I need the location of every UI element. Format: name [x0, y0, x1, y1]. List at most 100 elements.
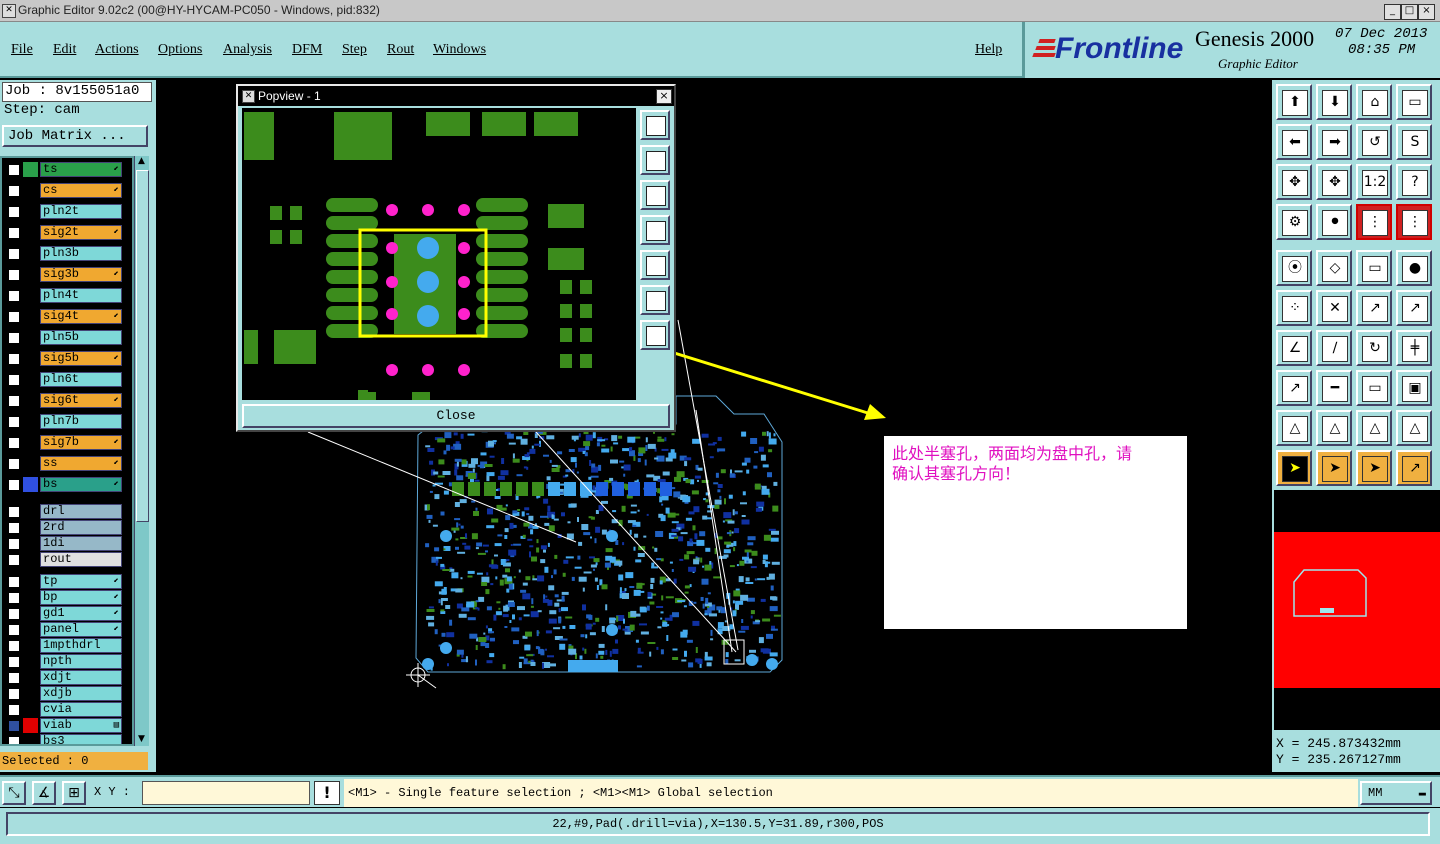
- rotate-select-tool-icon[interactable]: ➤: [1356, 450, 1392, 486]
- popview-zoom-in-button[interactable]: [640, 285, 670, 315]
- line-add-tool-icon[interactable]: ↗: [1356, 290, 1392, 326]
- layer-row-rout[interactable]: rout: [6, 552, 122, 567]
- layer-name[interactable]: viab ▤: [40, 718, 122, 733]
- layer-checkbox[interactable]: [8, 416, 20, 428]
- layer-checkbox[interactable]: [8, 248, 20, 260]
- triangle-d-tool-icon[interactable]: △: [1396, 410, 1432, 446]
- layer-name[interactable]: bs3: [40, 734, 122, 744]
- layer-checkbox[interactable]: [8, 688, 20, 700]
- layer-row-sig4t[interactable]: sig4t ⬋: [6, 309, 122, 324]
- layer-checkbox[interactable]: [8, 227, 20, 239]
- layer-row-pln4t[interactable]: pln4t: [6, 288, 122, 303]
- layer-name[interactable]: bp ⬋: [40, 590, 122, 605]
- layer-row-sig5b[interactable]: sig5b ⬋: [6, 351, 122, 366]
- triangle-c-tool-icon[interactable]: △: [1356, 410, 1392, 446]
- menu-rout[interactable]: Rout: [387, 42, 414, 58]
- layer-row-xdjt[interactable]: xdjt: [6, 670, 122, 685]
- layer-row-panel[interactable]: panel ⬋: [6, 622, 122, 637]
- layer-name[interactable]: npth: [40, 654, 122, 669]
- layer-row-1di[interactable]: 1di: [6, 536, 122, 551]
- layer-checkbox[interactable]: [8, 185, 20, 197]
- select-arrow-tool-icon[interactable]: ➤: [1316, 450, 1352, 486]
- pan-right-tool-icon[interactable]: ➡: [1316, 124, 1352, 160]
- layer-name[interactable]: 1mpthdrl: [40, 638, 122, 653]
- layer-name[interactable]: tp ⬋: [40, 574, 122, 589]
- layer-name[interactable]: drl: [40, 504, 122, 519]
- menu-windows[interactable]: Windows: [433, 42, 486, 58]
- cross-tool-icon[interactable]: ✕: [1316, 290, 1352, 326]
- layer-row-pln5b[interactable]: pln5b: [6, 330, 122, 345]
- connect-tool-icon[interactable]: ⁘: [1276, 290, 1312, 326]
- layer-row-ss[interactable]: ss ⬋: [6, 456, 122, 471]
- pad-add-tool-icon[interactable]: ⦿: [1276, 250, 1312, 286]
- layer-name[interactable]: pln3b: [40, 246, 122, 261]
- layer-row-pln3b[interactable]: pln3b: [6, 246, 122, 261]
- layer-name[interactable]: sig2t ⬋: [40, 225, 122, 240]
- move-point-tool-icon[interactable]: ↗: [1276, 370, 1312, 406]
- probe-tool-icon[interactable]: ⚫: [1316, 204, 1352, 240]
- layer-row-bp[interactable]: bp ⬋: [6, 590, 122, 605]
- layer-name[interactable]: pln4t: [40, 288, 122, 303]
- layer-row-cs[interactable]: cs ⬋: [6, 183, 122, 198]
- units-select[interactable]: MM ▬: [1360, 781, 1432, 805]
- menu-file[interactable]: File: [11, 42, 33, 58]
- popview-canvas[interactable]: [242, 108, 636, 400]
- poly-add-tool-icon[interactable]: ◇: [1316, 250, 1352, 286]
- close-button[interactable]: ×: [1418, 4, 1435, 20]
- zoom-window-tool-icon[interactable]: ▭: [1396, 84, 1432, 120]
- layer-checkbox[interactable]: [8, 353, 20, 365]
- undo-view-tool-icon[interactable]: ↺: [1356, 124, 1392, 160]
- layer-checkbox[interactable]: [8, 522, 20, 534]
- layer-name[interactable]: xdjt: [40, 670, 122, 685]
- layer-checkbox[interactable]: [8, 269, 20, 281]
- settings-tool-icon[interactable]: ⚙: [1276, 204, 1312, 240]
- layer-row-cvia[interactable]: cvia: [6, 702, 122, 717]
- select-tool-icon[interactable]: ➤: [1276, 450, 1312, 486]
- layer-name[interactable]: sig5b ⬋: [40, 351, 122, 366]
- layer-row-gd1[interactable]: gd1 ⬋: [6, 606, 122, 621]
- layer-checkbox[interactable]: [8, 672, 20, 684]
- layer-checkbox[interactable]: [8, 290, 20, 302]
- menu-dfm[interactable]: DFM: [292, 42, 322, 58]
- drill-move-tool-icon[interactable]: ⋮: [1396, 204, 1432, 240]
- layer-name[interactable]: sig3b ⬋: [40, 267, 122, 282]
- triangle-b-tool-icon[interactable]: △: [1316, 410, 1352, 446]
- zoom-bottom-tool-icon[interactable]: ⬇: [1316, 84, 1352, 120]
- measure-icon[interactable]: ∡: [32, 781, 56, 805]
- layer-row-sig3b[interactable]: sig3b ⬋: [6, 267, 122, 282]
- popview-zoom-out-button[interactable]: [640, 320, 670, 350]
- layer-checkbox[interactable]: [8, 311, 20, 323]
- drill-select-tool-icon[interactable]: ⋮: [1356, 204, 1392, 240]
- minimap[interactable]: [1274, 490, 1440, 730]
- layer-checkbox[interactable]: [8, 395, 20, 407]
- triangle-a-tool-icon[interactable]: △: [1276, 410, 1312, 446]
- layer-row-npth[interactable]: npth: [6, 654, 122, 669]
- popview-pan-left-button[interactable]: [640, 215, 670, 245]
- layer-name[interactable]: 2rd: [40, 520, 122, 535]
- layer-name[interactable]: sig7b ⬋: [40, 435, 122, 450]
- layer-checkbox[interactable]: [8, 624, 20, 636]
- layer-checkbox[interactable]: [8, 437, 20, 449]
- line-h-tool-icon[interactable]: ━: [1316, 370, 1352, 406]
- menu-options[interactable]: Options: [158, 42, 202, 58]
- zoom-fit-tool-icon[interactable]: ✥: [1276, 164, 1312, 200]
- layer-name[interactable]: rout: [40, 552, 122, 567]
- menu-analysis[interactable]: Analysis: [223, 42, 272, 58]
- layer-row-pln2t[interactable]: pln2t: [6, 204, 122, 219]
- layer-row-bs3[interactable]: bs3: [6, 734, 122, 744]
- layer-row-viab[interactable]: viab ▤: [6, 718, 122, 733]
- layer-checkbox[interactable]: [8, 720, 20, 732]
- node-edit-tool-icon[interactable]: ↗: [1396, 450, 1432, 486]
- layer-checkbox[interactable]: [8, 538, 20, 550]
- layer-row-pln7b[interactable]: pln7b: [6, 414, 122, 429]
- layer-checkbox[interactable]: [8, 608, 20, 620]
- group-tool-icon[interactable]: ▣: [1396, 370, 1432, 406]
- layer-checkbox[interactable]: [8, 656, 20, 668]
- layer-checkbox[interactable]: [8, 206, 20, 218]
- ratio-tool-icon[interactable]: 1:2: [1356, 164, 1392, 200]
- layer-row-tp[interactable]: tp ⬋: [6, 574, 122, 589]
- slash-tool-icon[interactable]: ∕: [1316, 330, 1352, 366]
- layer-row-sig6t[interactable]: sig6t ⬋: [6, 393, 122, 408]
- layer-row-2rd[interactable]: 2rd: [6, 520, 122, 535]
- layer-name[interactable]: xdjb: [40, 686, 122, 701]
